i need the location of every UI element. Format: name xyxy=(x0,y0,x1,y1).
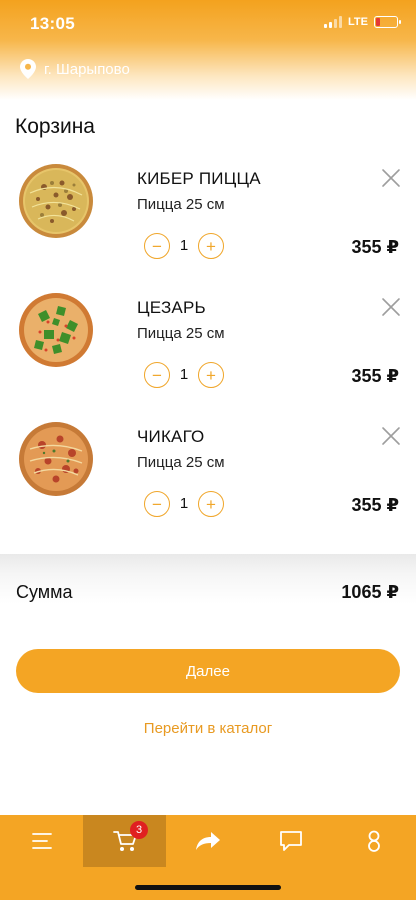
tab-menu[interactable] xyxy=(0,815,83,867)
cart-item: ЧИКАГО Пицца 25 см − 1 + 355 ₽ xyxy=(0,421,416,541)
increase-quantity-button[interactable]: + xyxy=(198,491,224,517)
item-name: ЧИКАГО xyxy=(137,427,205,446)
tab-profile[interactable] xyxy=(332,815,415,867)
item-size: Пицца 25 см xyxy=(137,196,225,213)
decrease-quantity-button[interactable]: − xyxy=(144,362,170,388)
item-quantity: 1 xyxy=(179,495,189,512)
tab-chat[interactable] xyxy=(249,815,332,867)
signal-icon xyxy=(324,16,343,28)
tab-share[interactable] xyxy=(166,815,249,867)
chat-icon xyxy=(279,831,302,851)
pizza-image-cyber xyxy=(19,164,93,238)
header: 13:05 LTE г. Шарыпово xyxy=(0,0,416,100)
item-name: КИБЕР ПИЦЦА xyxy=(137,169,261,188)
tab-cart[interactable]: 3 xyxy=(83,815,166,867)
battery-icon xyxy=(374,16,401,28)
location-pin-icon xyxy=(20,59,36,79)
home-indicator xyxy=(135,885,281,890)
remove-item-icon[interactable] xyxy=(380,296,402,318)
item-price: 355 ₽ xyxy=(351,495,399,515)
cart-item: КИБЕР ПИЦЦА Пицца 25 см − 1 + 355 ₽ xyxy=(0,163,416,283)
increase-quantity-button[interactable]: + xyxy=(198,362,224,388)
status-time: 13:05 xyxy=(30,14,75,33)
status-indicators: LTE xyxy=(324,16,401,28)
remove-item-icon[interactable] xyxy=(380,425,402,447)
city-name: г. Шарыпово xyxy=(44,60,130,78)
item-price: 355 ₽ xyxy=(351,366,399,386)
next-button[interactable]: Далее xyxy=(16,649,400,693)
menu-icon xyxy=(31,833,52,849)
pizza-image-caesar xyxy=(19,293,93,367)
item-quantity: 1 xyxy=(179,237,189,254)
total-label: Сумма xyxy=(16,582,73,602)
remove-item-icon[interactable] xyxy=(380,167,402,189)
decrease-quantity-button[interactable]: − xyxy=(144,233,170,259)
item-price: 355 ₽ xyxy=(351,237,399,257)
item-name: ЦЕЗАРЬ xyxy=(137,298,206,317)
page-title: Корзина xyxy=(15,115,95,138)
item-size: Пицца 25 см xyxy=(137,454,225,471)
cart-item: ЦЕЗАРЬ Пицца 25 см − 1 + 355 ₽ xyxy=(0,292,416,412)
network-type: LTE xyxy=(348,16,368,28)
location-selector[interactable]: г. Шарыпово xyxy=(20,59,130,79)
pizza-image-chicago xyxy=(19,422,93,496)
cart-count-badge: 3 xyxy=(130,821,148,839)
share-icon xyxy=(195,832,220,850)
decrease-quantity-button[interactable]: − xyxy=(144,491,170,517)
item-quantity: 1 xyxy=(179,366,189,383)
go-to-catalog-link[interactable]: Перейти в каталог xyxy=(0,720,416,737)
increase-quantity-button[interactable]: + xyxy=(198,233,224,259)
profile-icon xyxy=(367,830,380,852)
total-value: 1065 ₽ xyxy=(341,582,399,602)
item-size: Пицца 25 см xyxy=(137,325,225,342)
